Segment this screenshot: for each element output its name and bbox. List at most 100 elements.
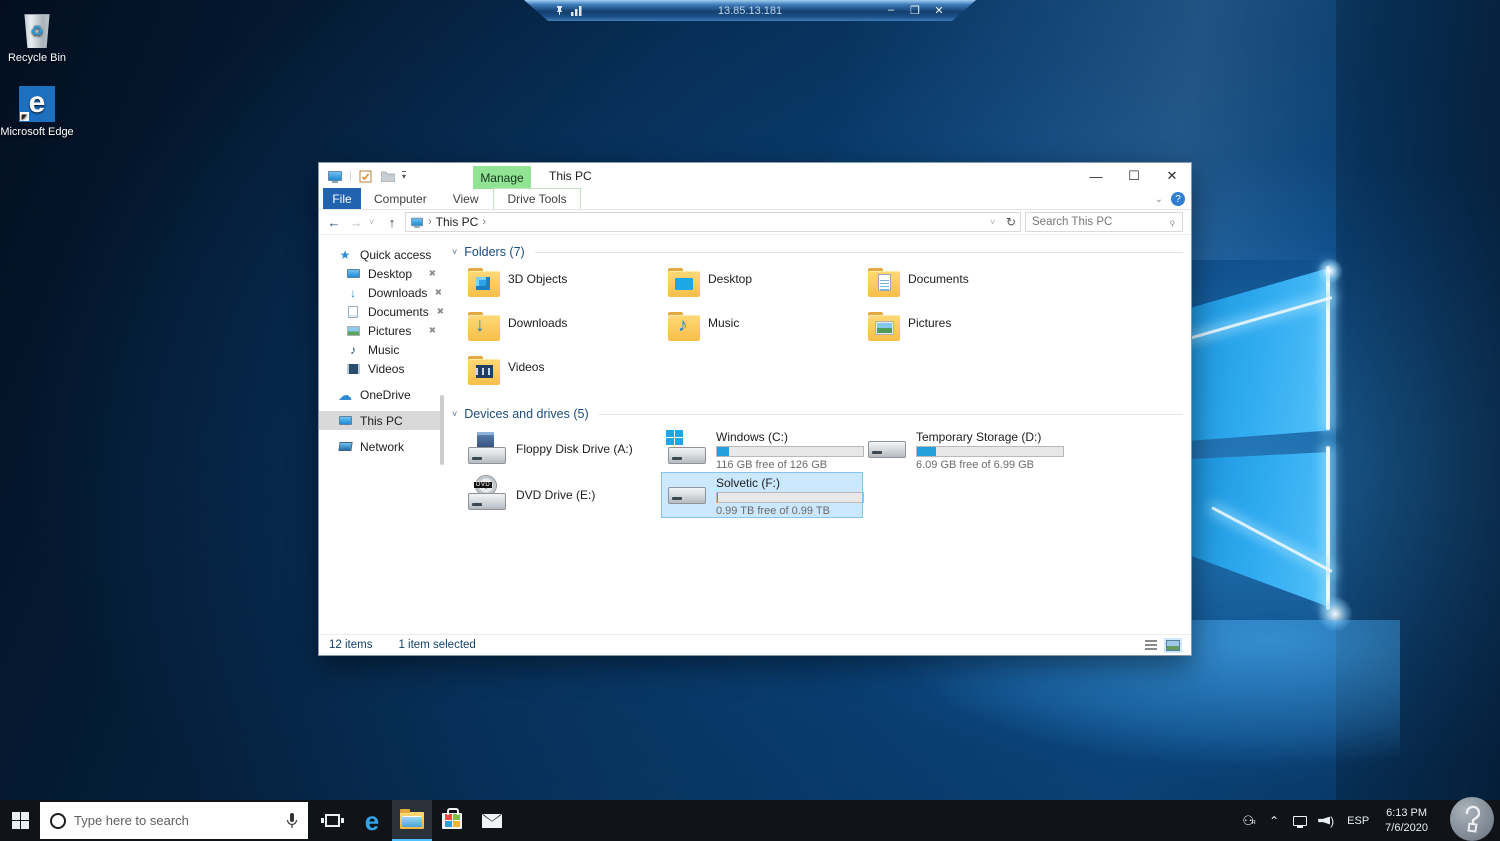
- show-hidden-icons-chevron[interactable]: ⌃: [1261, 814, 1287, 828]
- microphone-icon[interactable]: [286, 812, 298, 829]
- tab-drive-tools[interactable]: Drive Tools: [493, 188, 581, 209]
- sidebar-scrollbar[interactable]: [440, 395, 444, 465]
- drive-tile-windows-c[interactable]: Windows (C:) 116 GB free of 126 GB: [662, 427, 864, 471]
- quick-access-star-icon: ★: [339, 247, 351, 262]
- forward-button[interactable]: →: [347, 215, 365, 230]
- clock[interactable]: 6:13 PM 7/6/2020: [1377, 806, 1436, 836]
- start-button[interactable]: [0, 800, 40, 841]
- drive-tile-temporary-d[interactable]: Temporary Storage (D:) 6.09 GB free of 6…: [862, 427, 1064, 471]
- folder-tile-pictures[interactable]: Pictures: [862, 309, 1062, 353]
- drive-tile-dvd-e[interactable]: DVD DVD Drive (E:): [462, 473, 662, 517]
- sidebar-item-quick-access[interactable]: ★ Quick access: [319, 245, 444, 264]
- refresh-icon[interactable]: ↻: [1006, 215, 1016, 229]
- search-box[interactable]: ⌕: [1025, 212, 1183, 232]
- taskbar-mail-button[interactable]: [472, 800, 512, 841]
- items-view: ˅ Folders (7) 3D Objects Desktop Documen…: [444, 235, 1191, 638]
- taskbar-edge-button[interactable]: e: [352, 800, 392, 841]
- folder-tile-music[interactable]: ♪ Music: [662, 309, 862, 353]
- this-pc-icon: [411, 217, 423, 228]
- edge-icon: e ◤: [19, 86, 55, 122]
- desktop-icon-microsoft-edge[interactable]: e ◤ Microsoft Edge: [0, 82, 74, 139]
- back-button[interactable]: ←: [325, 215, 343, 230]
- breadcrumb-separator: ›: [428, 216, 432, 228]
- edge-label: Microsoft Edge: [0, 126, 74, 138]
- address-bar[interactable]: › This PC › ˅ ↻: [405, 212, 1021, 232]
- sidebar-item-network[interactable]: Network: [319, 437, 444, 456]
- address-bar-row: ← → ˅ ↑ › This PC › ˅ ↻ ⌕: [319, 210, 1191, 235]
- sidebar-item-this-pc[interactable]: This PC: [319, 411, 444, 430]
- sidebar-item-desktop[interactable]: Desktop ✚: [319, 264, 444, 283]
- folder-tile-videos[interactable]: Videos: [462, 353, 662, 397]
- dvd-drive-icon: DVD: [468, 476, 508, 514]
- network-tray-icon[interactable]: [1287, 814, 1313, 828]
- tab-computer[interactable]: Computer: [361, 188, 440, 209]
- address-dropdown-icon[interactable]: ˅: [990, 217, 1000, 227]
- rdp-close-button[interactable]: ✕: [932, 4, 946, 17]
- volume-icon[interactable]: ): [1313, 814, 1339, 828]
- new-folder-button[interactable]: [380, 169, 396, 183]
- sidebar-item-downloads[interactable]: ↓ Downloads ✚: [319, 283, 445, 302]
- folder-tile-downloads[interactable]: ↓ Downloads: [462, 309, 662, 353]
- desktop-icon-recycle-bin[interactable]: ♻ Recycle Bin: [0, 8, 74, 64]
- folder-tile-3d-objects[interactable]: 3D Objects: [462, 265, 662, 309]
- tab-view[interactable]: View: [440, 188, 492, 209]
- window-title: This PC: [549, 169, 592, 183]
- this-pc-icon: [337, 416, 353, 425]
- taskbar-search-box[interactable]: [40, 802, 308, 839]
- drive-tile-floppy-a[interactable]: Floppy Disk Drive (A:): [462, 427, 662, 471]
- breadcrumb-this-pc[interactable]: This PC: [436, 215, 479, 229]
- windows-logo-edge: [1326, 266, 1330, 430]
- up-button[interactable]: ↑: [383, 215, 401, 230]
- taskbar: e ⚇ᴿ ⌃ ) ESP 6:13 PM 7/6/2020: [0, 800, 1500, 841]
- language-indicator[interactable]: ESP: [1339, 815, 1377, 827]
- group-header-drives[interactable]: ˅ Devices and drives (5): [452, 407, 1183, 421]
- sidebar-item-videos[interactable]: Videos: [319, 359, 444, 378]
- sidebar-item-pictures[interactable]: Pictures ✚: [319, 321, 444, 340]
- taskbar-file-explorer-button-active[interactable]: [392, 800, 432, 841]
- collapse-group-icon[interactable]: ˅: [452, 247, 457, 257]
- collapse-group-icon[interactable]: ˅: [452, 409, 457, 419]
- sidebar-item-documents[interactable]: Documents ✚: [319, 302, 446, 321]
- taskbar-search-input[interactable]: [74, 813, 278, 828]
- rdp-restore-button[interactable]: ❐: [908, 4, 922, 17]
- quick-access-toolbar: | ▾: [327, 169, 406, 183]
- breadcrumb-separator[interactable]: ›: [482, 216, 486, 228]
- mail-icon: [482, 813, 502, 828]
- pin-icon: ✚: [432, 285, 445, 299]
- cortana-icon: [50, 812, 66, 829]
- logo-glow: [1317, 596, 1353, 632]
- customize-toolbar-dropdown-icon[interactable]: ▾: [401, 171, 406, 181]
- tray-date: 7/6/2020: [1385, 821, 1428, 834]
- people-icon[interactable]: ⚇ ᴿ: [1235, 813, 1261, 829]
- close-button[interactable]: ✕: [1153, 163, 1191, 189]
- taskbar-store-button[interactable]: [432, 800, 472, 841]
- minimize-button[interactable]: —: [1077, 163, 1115, 189]
- details-view-button[interactable]: [1143, 638, 1159, 652]
- folder-tile-documents[interactable]: Documents: [862, 265, 1062, 309]
- drive-icon: [868, 430, 908, 468]
- recycle-bin-icon: ♻: [24, 14, 50, 48]
- help-icon[interactable]: ?: [1171, 192, 1185, 206]
- task-view-button[interactable]: [312, 800, 352, 841]
- folder-icon: [668, 268, 700, 297]
- folder-tile-desktop[interactable]: Desktop: [662, 265, 862, 309]
- maximize-button[interactable]: ☐: [1115, 163, 1153, 189]
- large-icons-view-button[interactable]: [1165, 638, 1181, 652]
- rdp-minimize-button[interactable]: –: [884, 4, 898, 17]
- drive-tile-solvetic-f-selected[interactable]: Solvetic (F:) 0.99 TB free of 0.99 TB: [661, 472, 864, 518]
- system-menu-icon[interactable]: [327, 169, 343, 183]
- expand-ribbon-icon[interactable]: ⌄: [1155, 194, 1163, 205]
- search-input[interactable]: [1032, 216, 1170, 228]
- recent-locations-dropdown-icon[interactable]: ˅: [369, 217, 379, 227]
- tab-file[interactable]: File: [323, 188, 361, 209]
- properties-button[interactable]: [358, 169, 374, 183]
- rdp-connection-bar: 13.85.13.181 – ❐ ✕: [524, 0, 976, 21]
- onedrive-cloud-icon: ☁: [338, 386, 352, 403]
- sidebar-item-onedrive[interactable]: ☁ OneDrive: [319, 385, 444, 404]
- group-header-folders[interactable]: ˅ Folders (7): [452, 245, 1183, 259]
- music-note-glyph: ♪: [678, 315, 688, 336]
- capacity-meter: [916, 446, 1064, 457]
- ribbon-contextual-group-manage[interactable]: Manage: [473, 166, 531, 189]
- title-bar[interactable]: | ▾ Manage This PC — ☐ ✕: [319, 163, 1191, 189]
- sidebar-item-music[interactable]: ♪ Music: [319, 340, 444, 359]
